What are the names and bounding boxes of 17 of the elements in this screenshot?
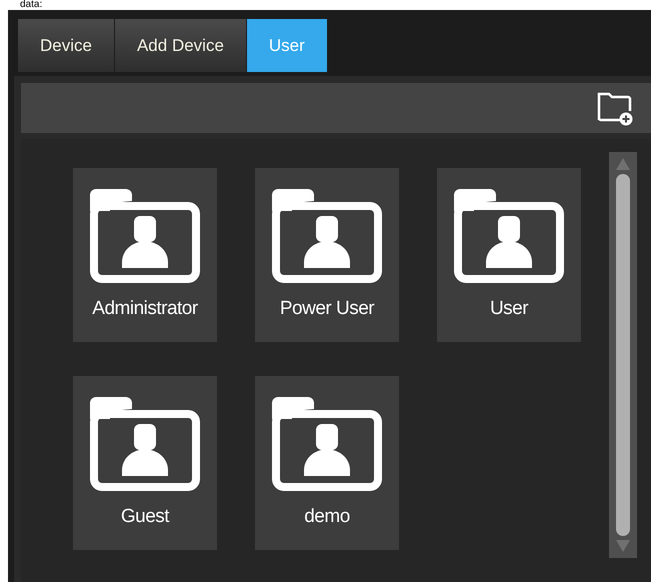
user-group-tile[interactable]: User xyxy=(437,168,581,342)
user-group-tile[interactable]: Administrator xyxy=(73,168,217,342)
user-group-tile[interactable]: Power User xyxy=(255,168,399,342)
group-label: demo xyxy=(304,505,350,529)
group-label: Administrator xyxy=(92,297,198,321)
tab[interactable]: Device xyxy=(18,19,114,72)
tab[interactable]: Add Device xyxy=(114,19,246,72)
group-label: Power User xyxy=(280,297,374,321)
scroll-thumb[interactable] xyxy=(616,174,630,536)
scrollbar[interactable] xyxy=(609,152,637,558)
caption-text: data: xyxy=(20,0,42,10)
scroll-down-icon[interactable] xyxy=(616,540,630,552)
scroll-up-icon[interactable] xyxy=(616,158,630,170)
group-label: User xyxy=(490,297,528,321)
user-group-tile[interactable]: demo xyxy=(255,376,399,550)
group-label: Guest xyxy=(120,505,170,529)
user-group-tile[interactable]: Guest xyxy=(73,376,217,550)
